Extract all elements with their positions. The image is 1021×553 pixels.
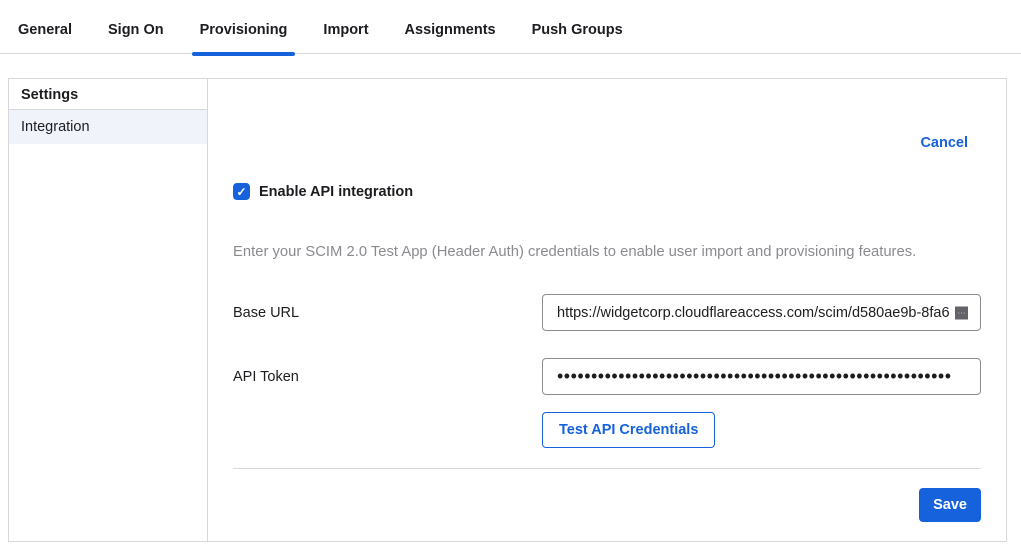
app-tabbar: General Sign On Provisioning Import Assi… <box>0 0 1021 54</box>
checkmark-icon: ✓ <box>236 185 246 199</box>
tab-assignments[interactable]: Assignments <box>405 0 496 53</box>
test-btn-row: Test API Credentials <box>542 412 981 448</box>
base-url-input-wrap: ⋯ <box>542 294 981 331</box>
provisioning-panel: Settings Integration Cancel ✓ Enable API… <box>8 78 1007 542</box>
api-token-row: API Token <box>233 358 981 395</box>
base-url-input[interactable] <box>542 294 981 331</box>
base-url-row: Base URL ⋯ <box>233 294 981 331</box>
integration-form: Cancel ✓ Enable API integration Enter yo… <box>208 79 1006 541</box>
api-token-input-wrap <box>542 358 981 395</box>
base-url-label: Base URL <box>233 305 542 321</box>
save-button[interactable]: Save <box>919 488 981 522</box>
settings-sidebar: Settings Integration <box>9 79 208 541</box>
cancel-link[interactable]: Cancel <box>920 135 968 151</box>
enable-api-checkbox[interactable]: ✓ <box>233 183 250 200</box>
save-row: Save <box>233 488 981 522</box>
enable-api-label: Enable API integration <box>259 184 413 200</box>
sidebar-item-integration[interactable]: Integration <box>9 110 207 144</box>
api-token-input[interactable] <box>542 358 981 395</box>
tab-push-groups[interactable]: Push Groups <box>532 0 623 53</box>
tab-provisioning[interactable]: Provisioning <box>200 0 288 53</box>
credentials-description: Enter your SCIM 2.0 Test App (Header Aut… <box>233 245 981 260</box>
sidebar-header: Settings <box>9 79 207 110</box>
form-divider <box>233 468 981 469</box>
enable-api-row: ✓ Enable API integration <box>233 183 981 200</box>
tab-import[interactable]: Import <box>323 0 368 53</box>
api-token-label: API Token <box>233 369 542 385</box>
tab-general[interactable]: General <box>18 0 72 53</box>
cancel-row: Cancel <box>233 134 981 152</box>
test-api-credentials-button[interactable]: Test API Credentials <box>542 412 715 448</box>
tab-sign-on[interactable]: Sign On <box>108 0 164 53</box>
